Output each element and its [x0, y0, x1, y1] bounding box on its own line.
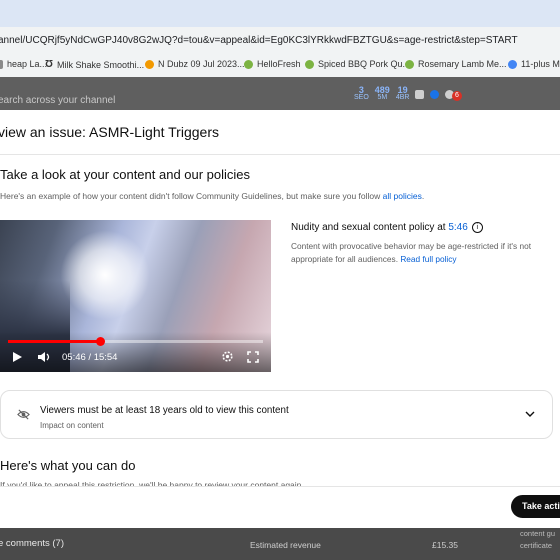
comments-heading: e comments (7)	[0, 538, 64, 549]
background-page: e comments (7) Estimated revenue £15.35 …	[0, 528, 560, 560]
stat-block: 19 4BR	[395, 85, 410, 102]
progress-bar[interactable]	[8, 337, 263, 346]
channel-search-input[interactable]: earch across your channel	[0, 95, 115, 106]
chart-icon[interactable]	[415, 90, 425, 99]
chevron-down-icon[interactable]	[523, 407, 537, 421]
time-display: 05:46 / 15:54	[62, 352, 118, 363]
restriction-subtitle: Impact on content	[40, 421, 104, 430]
section-subtitle: Here's an example of how your content di…	[0, 191, 425, 201]
url-text[interactable]: annel/UCQRjf5yNdCwGPJ40v8G2wJQ?d=tou&v=a…	[0, 35, 518, 46]
eye-off-icon	[17, 409, 30, 420]
stat-block: 3 SEO	[354, 85, 369, 102]
leaf-icon	[244, 59, 253, 69]
bookmark-item[interactable]: Spiced BBQ Pork Qu...	[305, 59, 410, 69]
info-icon[interactable]: i	[471, 222, 483, 233]
studio-header: earch across your channel 3 SEO 489 5M 19 4…	[0, 77, 560, 186]
fullscreen-icon[interactable]	[247, 351, 259, 363]
modal-title: view an issue: ASMR-Light Triggers	[0, 124, 219, 140]
policy-description: Content with provocative behavior may be…	[291, 241, 532, 264]
extension-icon[interactable]	[430, 90, 440, 99]
restriction-card[interactable]: Viewers must be at least 18 years old to…	[0, 390, 553, 439]
restriction-title: Viewers must be at least 18 years old to…	[40, 405, 289, 416]
browser-tab-strip	[0, 0, 560, 27]
estimated-revenue-label: Estimated revenue	[250, 540, 321, 550]
stat-block: 489 5M	[374, 85, 390, 102]
what-you-can-do-title: Here's what you can do	[0, 458, 136, 473]
bookmark-item[interactable]: HelloFresh	[244, 59, 301, 69]
bookmarks-bar: heap La... Ʊ Milk Shake Smoothi... N Dubz…	[0, 55, 560, 78]
read-full-policy-link[interactable]: Read full policy	[400, 254, 456, 264]
take-action-button[interactable]: Take actio	[511, 495, 560, 518]
section-title: Take a look at your content and our poli…	[0, 167, 251, 182]
video-player[interactable]: 05:46 / 15:54	[0, 220, 271, 372]
address-bar[interactable]: annel/UCQRjf5yNdCwGPJ40v8G2wJQ?d=tou&v=a…	[0, 27, 560, 56]
divider	[0, 154, 560, 155]
bookmark-item[interactable]: Rosemary Lamb Me...	[405, 59, 507, 69]
side-panel-text: content gu certificate	[520, 529, 556, 550]
issue-modal: view an issue: ASMR-Light Triggers Take …	[0, 110, 560, 529]
play-icon[interactable]	[11, 351, 23, 363]
bookmark-favicon-icon	[145, 59, 154, 69]
policy-timestamp-link[interactable]: 5:46	[448, 222, 467, 233]
bookmark-item[interactable]: heap La...	[0, 59, 47, 69]
bookmark-favicon-icon	[508, 59, 517, 69]
leaf-icon	[405, 59, 414, 69]
bookmark-favicon-icon	[0, 59, 3, 69]
video-frame-glow	[60, 230, 150, 320]
leaf-icon	[305, 59, 314, 69]
extension-stats: 3 SEO 489 5M 19 4BR	[354, 85, 455, 102]
estimated-revenue-value: £15.35	[432, 540, 458, 550]
bookmark-item[interactable]: Ʊ Milk Shake Smoothi...	[45, 59, 144, 70]
volume-icon[interactable]	[37, 351, 51, 363]
bookmark-item[interactable]: 11-plus M	[508, 59, 560, 69]
scrubber-handle[interactable]	[95, 337, 105, 346]
all-policies-link[interactable]: all policies	[383, 191, 422, 201]
magnet-icon: Ʊ	[45, 59, 54, 70]
notification-badge: 6	[452, 91, 462, 101]
policy-title: Nudity and sexual content policy at 5:46…	[291, 222, 483, 233]
modal-footer	[0, 486, 560, 529]
progress-fill	[8, 340, 101, 343]
settings-gear-icon[interactable]	[221, 350, 234, 363]
bookmark-item[interactable]: N Dubz 09 Jul 2023...	[145, 59, 245, 69]
